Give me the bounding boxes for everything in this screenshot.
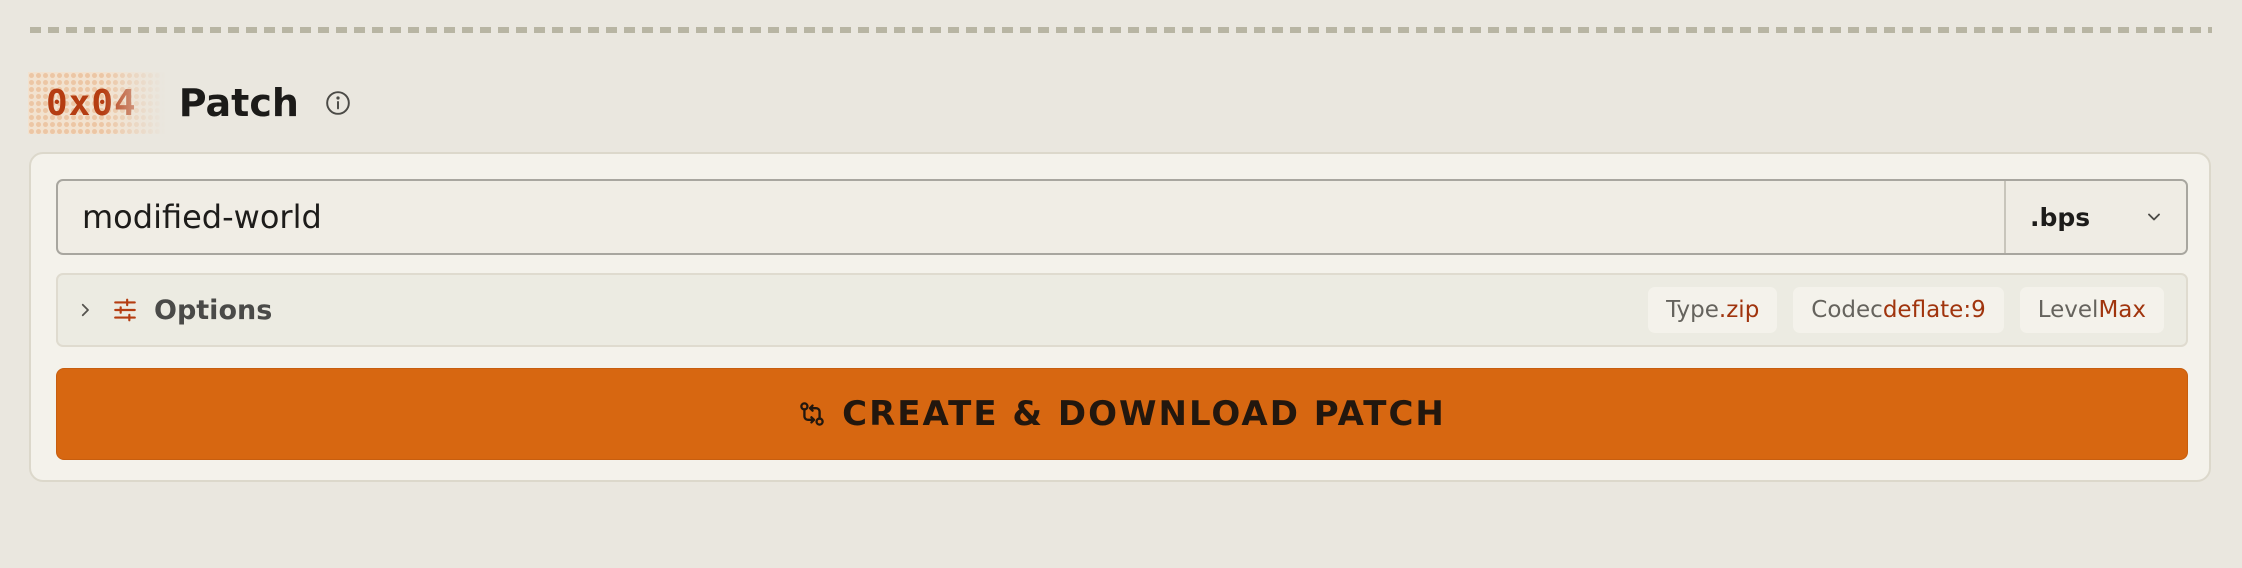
git-compare-icon [798,400,826,428]
patch-name-input[interactable] [58,181,2004,253]
section-divider [30,27,2212,33]
create-download-patch-label: CREATE & DOWNLOAD PATCH [842,394,1446,434]
chip-level: Level Max [2019,287,2164,333]
options-toggle[interactable]: Options Type .zip Codec deflate:9 Level … [56,273,2188,347]
patch-format-select[interactable]: .bps [2004,181,2186,253]
chip-value: .zip [1718,297,1760,323]
patch-format-value: .bps [2030,202,2091,232]
sliders-icon [112,297,138,323]
info-icon[interactable] [325,90,351,116]
chip-codec: Codec deflate:9 [1793,287,2004,333]
section-header: 0x04 Patch [28,72,351,134]
chip-key: Type [1666,297,1719,323]
chevron-down-icon [2144,207,2164,227]
chevron-right-icon [76,301,94,319]
chip-value: deflate:9 [1882,297,1986,323]
options-summary: Type .zip Codec deflate:9 Level Max [1648,287,2164,333]
options-label: Options [154,294,273,326]
patch-card: .bps Options Type . [29,152,2211,482]
chip-value: Max [2098,297,2146,323]
create-download-patch-button[interactable]: CREATE & DOWNLOAD PATCH [56,368,2188,460]
section-title: Patch [178,81,299,125]
chip-key: Codec [1811,297,1883,323]
chip-key: Level [2037,297,2099,323]
step-number-badge: 0x04 [28,72,165,134]
patch-name-field-group: .bps [56,179,2188,255]
chip-type: Type .zip [1648,287,1778,333]
